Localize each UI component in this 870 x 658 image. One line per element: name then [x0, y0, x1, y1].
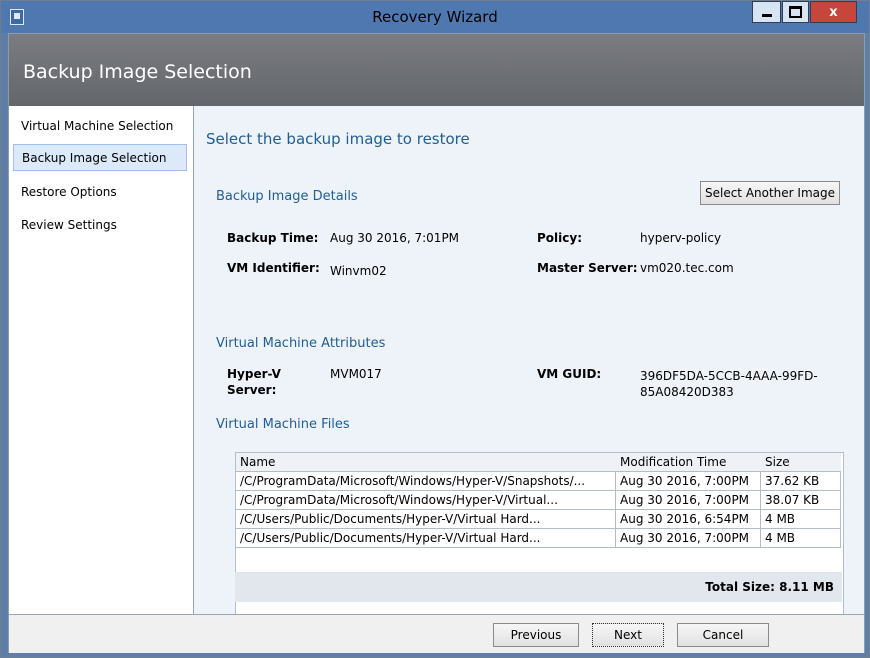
column-header-size[interactable]: Size	[761, 453, 841, 472]
table-row[interactable]: /C/Users/Public/Documents/Hyper-V/Virtua…	[236, 510, 841, 529]
total-size-label: Total Size: 8.11 MB	[705, 580, 834, 594]
vm-guid-label: VM GUID:	[537, 367, 602, 381]
vm-guid-value-line2: 85A08420D383	[640, 385, 734, 399]
page-title: Backup Image Selection	[23, 61, 252, 83]
wizard-footer: Previous Next Cancel	[9, 614, 864, 653]
table-row[interactable]: /C/ProgramData/Microsoft/Windows/Hyper-V…	[236, 491, 841, 510]
file-name-cell: /C/ProgramData/Microsoft/Windows/Hyper-V…	[236, 472, 616, 491]
virtual-machine-files-heading: Virtual Machine Files	[216, 417, 350, 432]
virtual-machine-attributes-heading: Virtual Machine Attributes	[216, 336, 386, 351]
vm-identifier-value: Winvm02	[330, 264, 387, 278]
vm-guid-value-line1: 396DF5DA-5CCB-4AAA-99FD-	[640, 369, 818, 383]
file-size-cell: 4 MB	[761, 529, 841, 548]
main-content: Select the backup image to restore Backu…	[194, 106, 864, 619]
backup-time-label: Backup Time:	[227, 231, 319, 245]
sidebar-item-restore-options[interactable]: Restore Options	[13, 179, 187, 206]
hyperv-server-label-line1: Hyper-V	[227, 367, 281, 381]
maximize-button[interactable]	[782, 1, 809, 23]
table-row[interactable]: /C/ProgramData/Microsoft/Windows/Hyper-V…	[236, 472, 841, 491]
cancel-button[interactable]: Cancel	[677, 623, 769, 647]
recovery-wizard-window: Recovery Wizard x Backup Image Selection…	[0, 0, 870, 658]
file-name-cell: /C/ProgramData/Microsoft/Windows/Hyper-V…	[236, 491, 616, 510]
wizard-body: Backup Image Selection Virtual Machine S…	[8, 33, 865, 653]
close-button[interactable]: x	[810, 1, 857, 23]
master-server-label: Master Server:	[537, 261, 638, 275]
file-size-cell: 38.07 KB	[761, 491, 841, 510]
close-icon: x	[829, 4, 838, 20]
sidebar-item-review-settings[interactable]: Review Settings	[13, 212, 187, 239]
file-time-cell: Aug 30 2016, 7:00PM	[616, 491, 761, 510]
minimize-button[interactable]	[752, 1, 781, 23]
column-header-modification-time[interactable]: Modification Time	[616, 453, 761, 472]
previous-button[interactable]: Previous	[493, 623, 579, 647]
wizard-header: Backup Image Selection	[9, 34, 864, 106]
hyperv-server-value: MVM017	[330, 367, 382, 381]
minimize-icon	[761, 14, 772, 17]
column-header-name[interactable]: Name	[236, 453, 616, 472]
file-time-cell: Aug 30 2016, 7:00PM	[616, 529, 761, 548]
file-size-cell: 37.62 KB	[761, 472, 841, 491]
file-time-cell: Aug 30 2016, 6:54PM	[616, 510, 761, 529]
table-row[interactable]: /C/Users/Public/Documents/Hyper-V/Virtua…	[236, 529, 841, 548]
file-name-cell: /C/Users/Public/Documents/Hyper-V/Virtua…	[236, 529, 616, 548]
file-name-cell: /C/Users/Public/Documents/Hyper-V/Virtua…	[236, 510, 616, 529]
sidebar-item-backup-image-selection[interactable]: Backup Image Selection	[13, 144, 187, 171]
backup-time-value: Aug 30 2016, 7:01PM	[330, 231, 460, 245]
file-size-cell: 4 MB	[761, 510, 841, 529]
total-size-bar: Total Size: 8.11 MB	[235, 572, 842, 602]
sidebar-item-virtual-machine-selection[interactable]: Virtual Machine Selection	[13, 113, 187, 140]
next-button[interactable]: Next	[592, 623, 664, 647]
file-time-cell: Aug 30 2016, 7:00PM	[616, 472, 761, 491]
wizard-steps-sidebar: Virtual Machine Selection Backup Image S…	[9, 106, 194, 614]
maximize-icon	[789, 6, 802, 18]
backup-image-details-heading: Backup Image Details	[216, 189, 358, 204]
policy-label: Policy:	[537, 231, 582, 245]
vm-identifier-label: VM Identifier:	[227, 261, 320, 275]
window-title: Recovery Wizard	[372, 8, 498, 26]
select-another-image-button[interactable]: Select Another Image	[700, 181, 840, 205]
content-heading: Select the backup image to restore	[206, 130, 470, 148]
master-server-value: vm020.tec.com	[640, 261, 734, 275]
hyperv-server-label-line2: Server:	[227, 383, 277, 397]
policy-value: hyperv-policy	[640, 231, 722, 245]
title-bar[interactable]: Recovery Wizard x	[1, 1, 869, 33]
